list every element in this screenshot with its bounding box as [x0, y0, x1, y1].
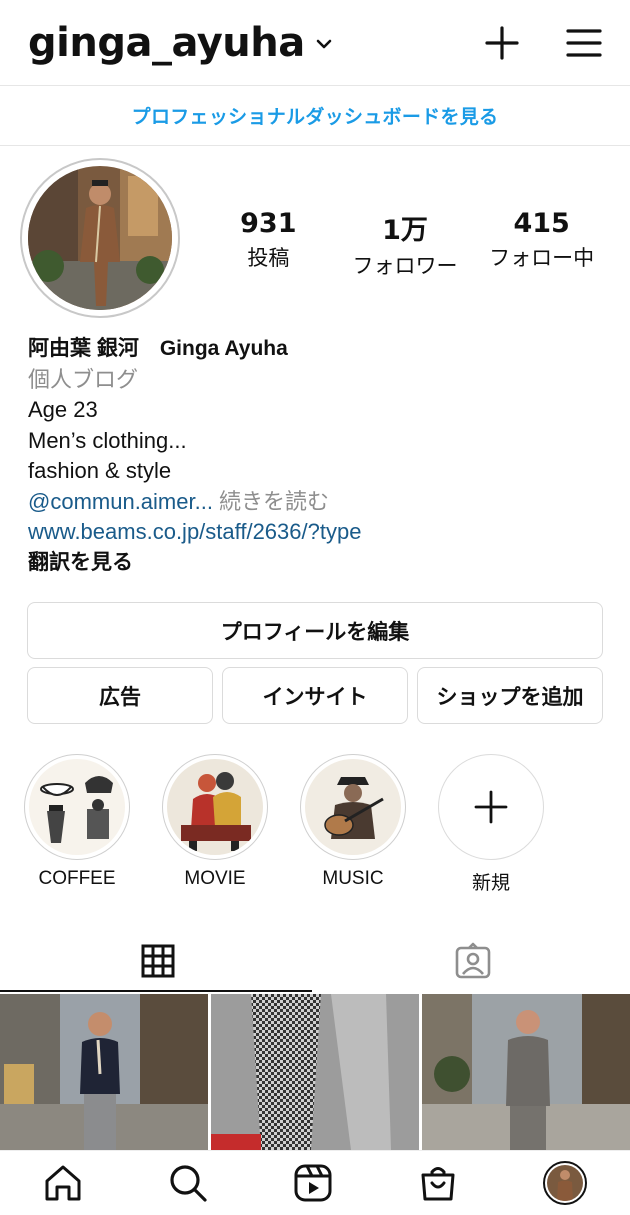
active-tab-indicator [0, 990, 312, 992]
chevron-down-icon[interactable] [315, 35, 333, 53]
highlight-new[interactable]: 新規 [437, 754, 545, 895]
plus-icon [474, 790, 508, 824]
coffee-illustration [29, 759, 125, 855]
highlight-label: 新規 [471, 873, 510, 894]
plus-icon[interactable] [484, 25, 520, 61]
profile-photo [28, 166, 172, 310]
home-icon [45, 1165, 81, 1201]
stat-value: 931 [240, 208, 297, 239]
highlight-label: MUSIC [322, 868, 384, 889]
read-more-link[interactable]: 続きを読む [213, 489, 329, 514]
website-link[interactable]: www.beams.co.jp/staff/2636/?type [28, 517, 608, 548]
post-grid [0, 994, 630, 1150]
nav-search[interactable] [168, 1163, 208, 1203]
hamburger-menu-icon[interactable] [566, 28, 602, 58]
edit-profile-button[interactable]: プロフィールを編集 [27, 602, 603, 659]
search-icon [170, 1165, 207, 1202]
nav-profile[interactable] [543, 1161, 588, 1205]
highlight-ring [24, 754, 130, 860]
mention-link[interactable]: @commun.aimer... [28, 489, 213, 514]
add-shop-button[interactable]: ショップを追加 [417, 667, 603, 724]
bio-line: Men’s clothing... [28, 427, 187, 453]
highlight-ring [438, 754, 544, 860]
stat-following[interactable]: 415 フォロー中 [473, 208, 610, 280]
stat-posts[interactable]: 931 投稿 [200, 208, 337, 280]
post-thumbnail[interactable] [0, 994, 208, 1150]
tab-tagged[interactable] [315, 930, 630, 992]
professional-dashboard-link[interactable]: プロフェッショナルダッシュボードを見る [0, 86, 630, 146]
highlight-label: COFFEE [38, 868, 116, 889]
highlight-music[interactable]: MUSIC [299, 754, 407, 890]
nav-shop[interactable] [418, 1163, 458, 1203]
stat-followers[interactable]: 1万 フォロワー [337, 208, 474, 280]
bio-mention-line: @commun.aimer... 続きを読む [28, 487, 608, 518]
username-title[interactable]: ginga_ayuha [28, 20, 305, 66]
ads-button[interactable]: 広告 [27, 667, 213, 724]
profile-stats: 931 投稿 1万 フォロワー 415 フォロー中 [200, 208, 610, 280]
nav-reels[interactable] [293, 1163, 333, 1203]
highlight-movie[interactable]: MOVIE [161, 754, 269, 890]
insights-button[interactable]: インサイト [222, 667, 408, 724]
bio-line: Age 23 [28, 397, 98, 422]
top-bar: ginga_ayuha [0, 0, 630, 86]
highlight-ring [300, 754, 406, 860]
profile-tabs [0, 930, 630, 992]
bio-line: fashion & style [28, 458, 172, 483]
reels-icon [294, 1164, 332, 1202]
stat-label: フォロー中 [489, 247, 595, 270]
tab-posts-grid[interactable] [0, 930, 315, 992]
stat-label: フォロワー [352, 255, 458, 278]
movie-illustration [167, 759, 263, 855]
display-name: 阿由葉 銀河 Ginga Ayuha [28, 337, 288, 360]
post-thumbnail[interactable] [211, 994, 419, 1150]
tagged-icon [455, 942, 490, 979]
post-thumbnail[interactable] [422, 994, 630, 1150]
highlight-coffee[interactable]: COFFEE [23, 754, 131, 890]
profile-avatar [543, 1161, 588, 1205]
music-illustration [305, 759, 401, 855]
stat-label: 投稿 [247, 247, 290, 270]
highlight-ring [162, 754, 268, 860]
profile-category: 個人ブログ [28, 366, 139, 392]
shop-icon [421, 1167, 455, 1201]
profile-bio: 阿由葉 銀河 Ginga Ayuha 個人ブログ Age 23 Men’s cl… [28, 334, 608, 578]
see-translation-link[interactable]: 翻訳を見る [28, 548, 608, 579]
profile-avatar[interactable] [20, 158, 180, 318]
stat-value: 415 [513, 208, 570, 239]
bottom-navigation [0, 1150, 630, 1215]
highlight-label: MOVIE [184, 868, 246, 889]
stat-value: 1万 [382, 215, 428, 246]
nav-home[interactable] [43, 1163, 83, 1203]
grid-icon [141, 944, 174, 978]
